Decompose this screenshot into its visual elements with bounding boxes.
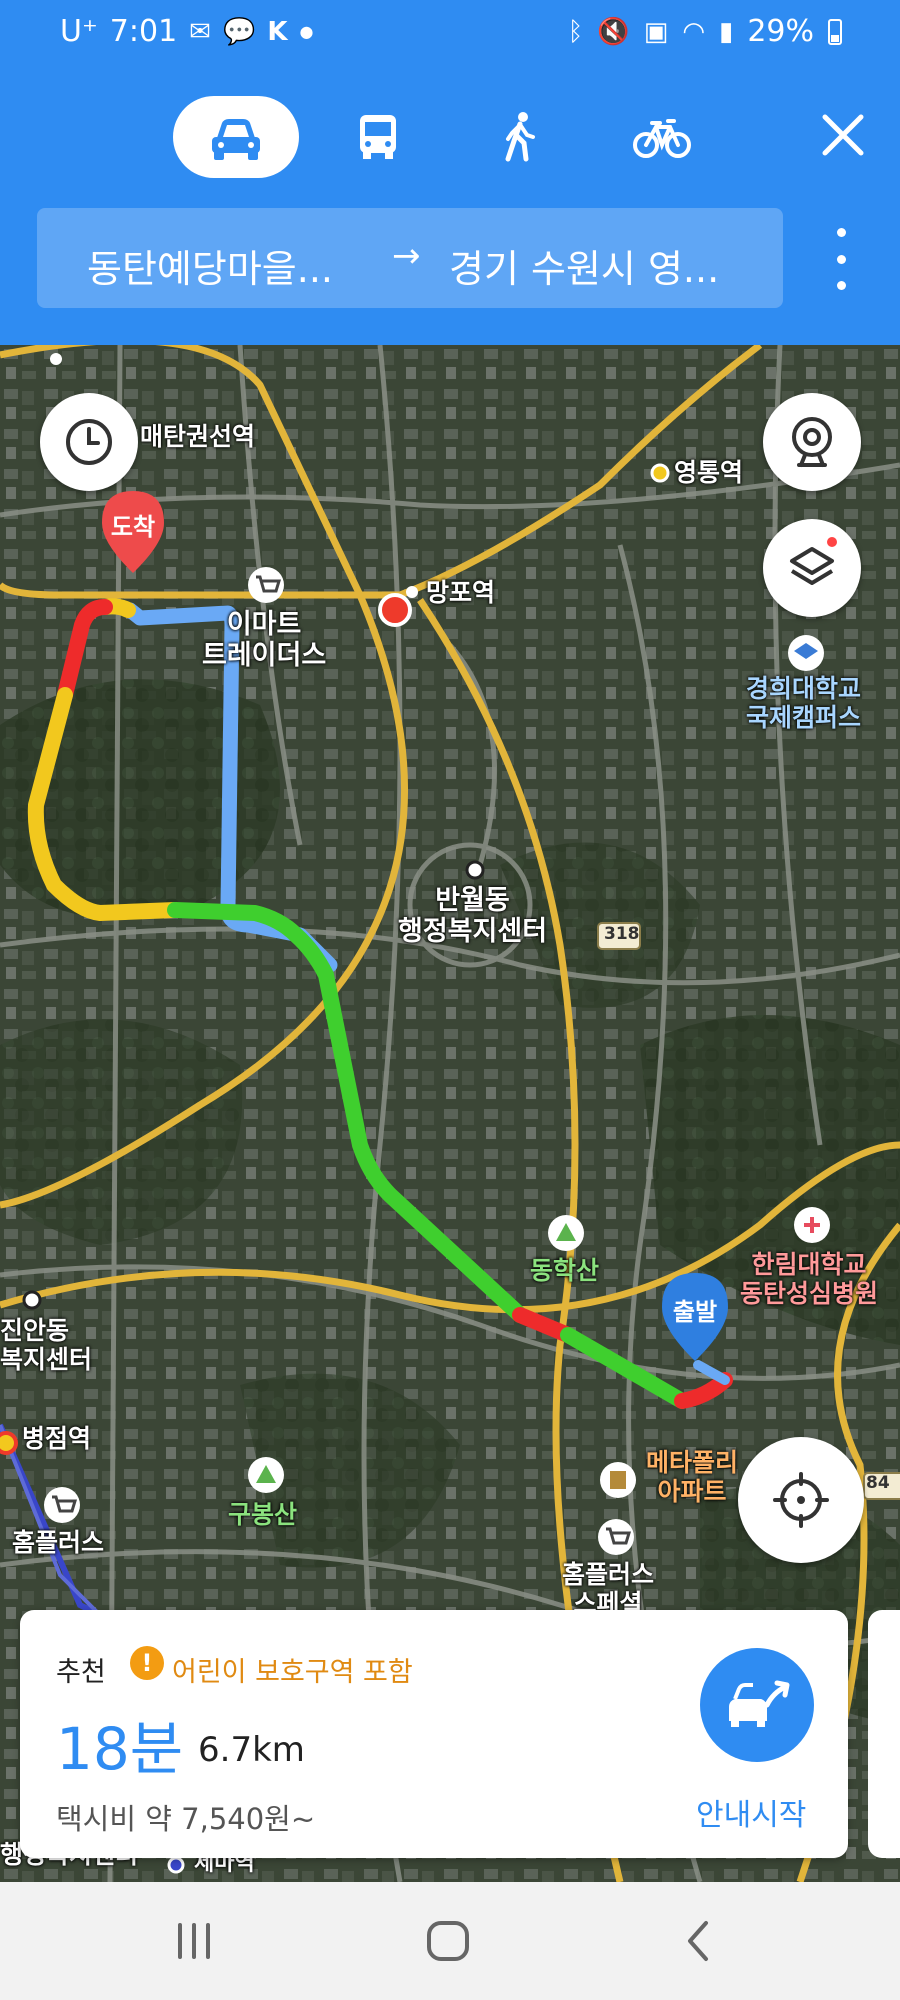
home-button[interactable] [418, 1916, 478, 1966]
clock-icon [66, 419, 112, 465]
mail-icon: ✉ [189, 16, 211, 47]
dot-icon: ● [299, 22, 314, 41]
k-icon: K [267, 16, 288, 47]
map-label-khu: 경희대학교 국제캠퍼스 [746, 674, 862, 732]
bus-mode-button[interactable] [315, 96, 441, 178]
more-dot-icon [836, 254, 846, 264]
destination-pin[interactable]: 도착 [98, 487, 168, 577]
layers-icon [790, 547, 834, 585]
sim-icon: ▣ [643, 16, 669, 47]
back-icon [688, 1921, 708, 1961]
car-icon [212, 119, 260, 160]
status-time: 7:01 [109, 14, 178, 49]
start-navigation-label[interactable]: 안내시작 [696, 1790, 806, 1834]
map-label-metapolis: 메타폴리 아파트 [646, 1448, 739, 1506]
history-button[interactable] [40, 393, 138, 491]
map-label-byeongjeom: 병점역 [22, 1424, 92, 1453]
navigation-car-icon [729, 1680, 790, 1727]
walk-icon [505, 112, 535, 162]
system-navigation-bar [0, 1882, 900, 2000]
road-number-318: 318 [604, 924, 640, 944]
back-button[interactable] [668, 1916, 728, 1966]
wifi-icon: ◠ [682, 16, 705, 47]
map-label-homeplus-1: 홈플러스 [12, 1528, 105, 1557]
more-dot-icon [836, 281, 846, 290]
close-icon [822, 114, 864, 156]
cctv-button[interactable] [763, 393, 861, 491]
battery-icon [828, 18, 842, 45]
top-header: U⁺ 7:01 ✉ 💬 K ● ᛒ 🔇 ▣ ◠ ▮ 29% 동탄예당마을... … [0, 0, 900, 345]
destination-pin-label: 도착 [110, 512, 156, 541]
map-label-donghaksan: 동학산 [530, 1256, 600, 1285]
signal-icon: ▮ [719, 16, 734, 47]
car-mode-button[interactable] [173, 96, 299, 178]
bike-mode-button[interactable] [599, 96, 725, 178]
travel-distance: 6.7km [198, 1730, 305, 1770]
route-summary-card[interactable]: 추천 ! 어린이 보호구역 포함 18분 6.7km 택시비 약 7,540원~… [20, 1610, 848, 1858]
map-label-maetan: 매탄권선역 [140, 422, 256, 451]
start-navigation-button[interactable] [700, 1648, 814, 1762]
close-button[interactable] [815, 107, 871, 163]
map-label-yeongtong: 영통역 [674, 458, 744, 487]
map-label-emart: 이마트 트레이더스 [202, 609, 327, 672]
origin-text[interactable]: 동탄예당마을... [87, 238, 333, 293]
cctv-icon [792, 417, 832, 467]
destination-text[interactable]: 경기 수원시 영... [449, 238, 719, 293]
status-bar: U⁺ 7:01 ✉ 💬 K ● ᛒ 🔇 ▣ ◠ ▮ 29% [0, 0, 900, 66]
recent-apps-icon [178, 1923, 210, 1959]
battery-percent: 29% [747, 14, 814, 49]
bluetooth-icon: ᛒ [567, 16, 584, 47]
route-arrow-icon: → [392, 236, 421, 276]
talk-icon: 💬 [222, 16, 256, 47]
bus-icon [360, 115, 396, 159]
more-options-button[interactable] [826, 228, 856, 290]
walk-mode-button[interactable] [457, 96, 583, 178]
route-field[interactable]: 동탄예당마을... → 경기 수원시 영... [37, 208, 783, 308]
crosshair-icon [773, 1472, 829, 1528]
travel-time: 18분 [56, 1715, 184, 1783]
my-location-button[interactable] [738, 1437, 864, 1563]
warning-icon: ! [130, 1646, 164, 1680]
taxi-fare: 택시비 약 7,540원~ [56, 1802, 316, 1836]
road-number-84: 84 [866, 1473, 890, 1493]
mute-icon: 🔇 [597, 16, 630, 47]
next-route-card-peek[interactable] [868, 1610, 900, 1858]
recommend-label: 추천 [56, 1657, 106, 1688]
recent-apps-button[interactable] [164, 1916, 224, 1966]
origin-pin-label: 출발 [672, 1297, 718, 1326]
transport-mode-selector [0, 92, 900, 182]
origin-pin[interactable]: 출발 [658, 1269, 732, 1365]
map-label-hallym: 한림대학교 동탄성심병원 [740, 1250, 879, 1308]
notification-dot-icon [827, 537, 837, 547]
map-label-mangpo: 망포역 [426, 578, 496, 607]
carrier-label: U⁺ [60, 14, 98, 49]
map-label-banwol: 반월동 행정복지센터 [398, 885, 548, 948]
more-dot-icon [836, 228, 846, 237]
home-icon [427, 1921, 469, 1961]
bike-icon [633, 119, 691, 158]
school-zone-warning: 어린이 보호구역 포함 [172, 1657, 413, 1688]
map-label-jinan: 진안동 복지센터 [0, 1316, 93, 1374]
layers-button[interactable] [763, 519, 861, 617]
map-label-gubongsan: 구봉산 [228, 1500, 298, 1529]
